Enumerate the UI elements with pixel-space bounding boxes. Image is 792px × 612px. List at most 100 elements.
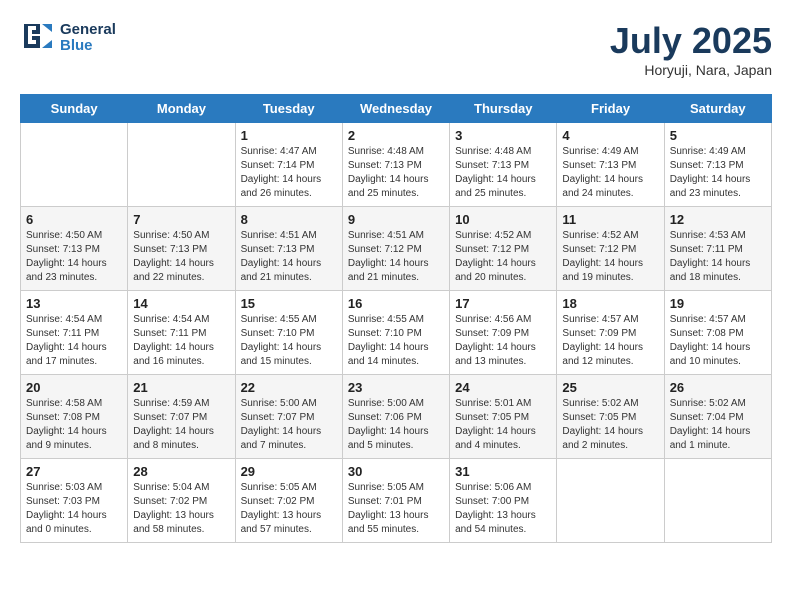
day-info: Sunrise: 4:53 AMSunset: 7:11 PMDaylight:… bbox=[670, 230, 751, 283]
day-info: Sunrise: 4:59 AMSunset: 7:07 PMDaylight:… bbox=[133, 398, 214, 451]
day-number: 26 bbox=[670, 380, 766, 395]
calendar-cell-w2-d6: 11 Sunrise: 4:52 AMSunset: 7:12 PMDaylig… bbox=[557, 207, 664, 291]
day-info: Sunrise: 5:02 AMSunset: 7:05 PMDaylight:… bbox=[562, 398, 643, 451]
calendar-cell-w2-d7: 12 Sunrise: 4:53 AMSunset: 7:11 PMDaylig… bbox=[664, 207, 771, 291]
calendar-cell-w5-d4: 30 Sunrise: 5:05 AMSunset: 7:01 PMDaylig… bbox=[342, 459, 449, 543]
day-number: 11 bbox=[562, 212, 658, 227]
calendar-week-1: 1 Sunrise: 4:47 AMSunset: 7:14 PMDayligh… bbox=[21, 123, 772, 207]
calendar-cell-w4-d4: 23 Sunrise: 5:00 AMSunset: 7:06 PMDaylig… bbox=[342, 375, 449, 459]
day-number: 29 bbox=[241, 464, 337, 479]
day-number: 20 bbox=[26, 380, 122, 395]
calendar-cell-w1-d3: 1 Sunrise: 4:47 AMSunset: 7:14 PMDayligh… bbox=[235, 123, 342, 207]
calendar-week-2: 6 Sunrise: 4:50 AMSunset: 7:13 PMDayligh… bbox=[21, 207, 772, 291]
col-friday: Friday bbox=[557, 95, 664, 123]
day-info: Sunrise: 4:54 AMSunset: 7:11 PMDaylight:… bbox=[133, 314, 214, 367]
day-info: Sunrise: 4:55 AMSunset: 7:10 PMDaylight:… bbox=[348, 314, 429, 367]
day-info: Sunrise: 5:05 AMSunset: 7:01 PMDaylight:… bbox=[348, 482, 429, 535]
day-number: 12 bbox=[670, 212, 766, 227]
calendar-week-3: 13 Sunrise: 4:54 AMSunset: 7:11 PMDaylig… bbox=[21, 291, 772, 375]
calendar-cell-w5-d7 bbox=[664, 459, 771, 543]
day-number: 25 bbox=[562, 380, 658, 395]
col-sunday: Sunday bbox=[21, 95, 128, 123]
calendar-cell-w3-d6: 18 Sunrise: 4:57 AMSunset: 7:09 PMDaylig… bbox=[557, 291, 664, 375]
day-info: Sunrise: 5:03 AMSunset: 7:03 PMDaylight:… bbox=[26, 482, 107, 535]
col-wednesday: Wednesday bbox=[342, 95, 449, 123]
calendar-cell-w3-d5: 17 Sunrise: 4:56 AMSunset: 7:09 PMDaylig… bbox=[450, 291, 557, 375]
day-info: Sunrise: 4:55 AMSunset: 7:10 PMDaylight:… bbox=[241, 314, 322, 367]
calendar-header-row: Sunday Monday Tuesday Wednesday Thursday… bbox=[21, 95, 772, 123]
logo-graphic bbox=[20, 20, 56, 56]
calendar-cell-w1-d5: 3 Sunrise: 4:48 AMSunset: 7:13 PMDayligh… bbox=[450, 123, 557, 207]
col-monday: Monday bbox=[128, 95, 235, 123]
calendar-cell-w4-d1: 20 Sunrise: 4:58 AMSunset: 7:08 PMDaylig… bbox=[21, 375, 128, 459]
calendar-cell-w3-d1: 13 Sunrise: 4:54 AMSunset: 7:11 PMDaylig… bbox=[21, 291, 128, 375]
calendar-cell-w2-d1: 6 Sunrise: 4:50 AMSunset: 7:13 PMDayligh… bbox=[21, 207, 128, 291]
logo: General Blue bbox=[20, 20, 116, 56]
day-number: 27 bbox=[26, 464, 122, 479]
day-number: 17 bbox=[455, 296, 551, 311]
day-info: Sunrise: 4:57 AMSunset: 7:09 PMDaylight:… bbox=[562, 314, 643, 367]
day-info: Sunrise: 4:51 AMSunset: 7:12 PMDaylight:… bbox=[348, 230, 429, 283]
calendar-cell-w1-d4: 2 Sunrise: 4:48 AMSunset: 7:13 PMDayligh… bbox=[342, 123, 449, 207]
day-number: 18 bbox=[562, 296, 658, 311]
calendar-week-4: 20 Sunrise: 4:58 AMSunset: 7:08 PMDaylig… bbox=[21, 375, 772, 459]
calendar-cell-w5-d6 bbox=[557, 459, 664, 543]
day-number: 31 bbox=[455, 464, 551, 479]
logo-blue: Blue bbox=[60, 38, 116, 55]
calendar-cell-w1-d1 bbox=[21, 123, 128, 207]
day-number: 4 bbox=[562, 128, 658, 143]
day-number: 19 bbox=[670, 296, 766, 311]
day-info: Sunrise: 4:48 AMSunset: 7:13 PMDaylight:… bbox=[348, 146, 429, 199]
calendar-cell-w4-d6: 25 Sunrise: 5:02 AMSunset: 7:05 PMDaylig… bbox=[557, 375, 664, 459]
day-number: 22 bbox=[241, 380, 337, 395]
calendar-cell-w4-d5: 24 Sunrise: 5:01 AMSunset: 7:05 PMDaylig… bbox=[450, 375, 557, 459]
day-number: 30 bbox=[348, 464, 444, 479]
day-number: 14 bbox=[133, 296, 229, 311]
day-info: Sunrise: 4:48 AMSunset: 7:13 PMDaylight:… bbox=[455, 146, 536, 199]
day-info: Sunrise: 5:01 AMSunset: 7:05 PMDaylight:… bbox=[455, 398, 536, 451]
calendar-cell-w4-d7: 26 Sunrise: 5:02 AMSunset: 7:04 PMDaylig… bbox=[664, 375, 771, 459]
calendar-table: Sunday Monday Tuesday Wednesday Thursday… bbox=[20, 94, 772, 543]
calendar-cell-w2-d2: 7 Sunrise: 4:50 AMSunset: 7:13 PMDayligh… bbox=[128, 207, 235, 291]
day-info: Sunrise: 4:52 AMSunset: 7:12 PMDaylight:… bbox=[562, 230, 643, 283]
calendar-cell-w3-d7: 19 Sunrise: 4:57 AMSunset: 7:08 PMDaylig… bbox=[664, 291, 771, 375]
calendar-cell-w2-d4: 9 Sunrise: 4:51 AMSunset: 7:12 PMDayligh… bbox=[342, 207, 449, 291]
day-info: Sunrise: 4:51 AMSunset: 7:13 PMDaylight:… bbox=[241, 230, 322, 283]
day-info: Sunrise: 4:54 AMSunset: 7:11 PMDaylight:… bbox=[26, 314, 107, 367]
calendar-cell-w3-d3: 15 Sunrise: 4:55 AMSunset: 7:10 PMDaylig… bbox=[235, 291, 342, 375]
col-saturday: Saturday bbox=[664, 95, 771, 123]
day-number: 13 bbox=[26, 296, 122, 311]
title-block: July 2025 Horyuji, Nara, Japan bbox=[610, 20, 772, 78]
day-number: 23 bbox=[348, 380, 444, 395]
month-title: July 2025 bbox=[610, 20, 772, 62]
page-header: General Blue July 2025 Horyuji, Nara, Ja… bbox=[20, 20, 772, 78]
day-info: Sunrise: 4:50 AMSunset: 7:13 PMDaylight:… bbox=[26, 230, 107, 283]
day-info: Sunrise: 4:47 AMSunset: 7:14 PMDaylight:… bbox=[241, 146, 322, 199]
day-info: Sunrise: 5:05 AMSunset: 7:02 PMDaylight:… bbox=[241, 482, 322, 535]
calendar-cell-w5-d2: 28 Sunrise: 5:04 AMSunset: 7:02 PMDaylig… bbox=[128, 459, 235, 543]
day-info: Sunrise: 4:49 AMSunset: 7:13 PMDaylight:… bbox=[562, 146, 643, 199]
calendar-cell-w4-d3: 22 Sunrise: 5:00 AMSunset: 7:07 PMDaylig… bbox=[235, 375, 342, 459]
col-tuesday: Tuesday bbox=[235, 95, 342, 123]
day-info: Sunrise: 4:58 AMSunset: 7:08 PMDaylight:… bbox=[26, 398, 107, 451]
day-number: 1 bbox=[241, 128, 337, 143]
calendar-cell-w2-d3: 8 Sunrise: 4:51 AMSunset: 7:13 PMDayligh… bbox=[235, 207, 342, 291]
day-number: 21 bbox=[133, 380, 229, 395]
day-number: 16 bbox=[348, 296, 444, 311]
col-thursday: Thursday bbox=[450, 95, 557, 123]
day-info: Sunrise: 5:06 AMSunset: 7:00 PMDaylight:… bbox=[455, 482, 536, 535]
calendar-cell-w1-d6: 4 Sunrise: 4:49 AMSunset: 7:13 PMDayligh… bbox=[557, 123, 664, 207]
location-subtitle: Horyuji, Nara, Japan bbox=[610, 62, 772, 78]
calendar-cell-w1-d7: 5 Sunrise: 4:49 AMSunset: 7:13 PMDayligh… bbox=[664, 123, 771, 207]
calendar-cell-w1-d2 bbox=[128, 123, 235, 207]
day-info: Sunrise: 5:00 AMSunset: 7:07 PMDaylight:… bbox=[241, 398, 322, 451]
day-info: Sunrise: 5:00 AMSunset: 7:06 PMDaylight:… bbox=[348, 398, 429, 451]
calendar-cell-w5-d5: 31 Sunrise: 5:06 AMSunset: 7:00 PMDaylig… bbox=[450, 459, 557, 543]
day-number: 9 bbox=[348, 212, 444, 227]
calendar-cell-w5-d1: 27 Sunrise: 5:03 AMSunset: 7:03 PMDaylig… bbox=[21, 459, 128, 543]
logo-general: General bbox=[60, 22, 116, 39]
day-number: 3 bbox=[455, 128, 551, 143]
day-number: 24 bbox=[455, 380, 551, 395]
day-number: 5 bbox=[670, 128, 766, 143]
day-info: Sunrise: 4:52 AMSunset: 7:12 PMDaylight:… bbox=[455, 230, 536, 283]
